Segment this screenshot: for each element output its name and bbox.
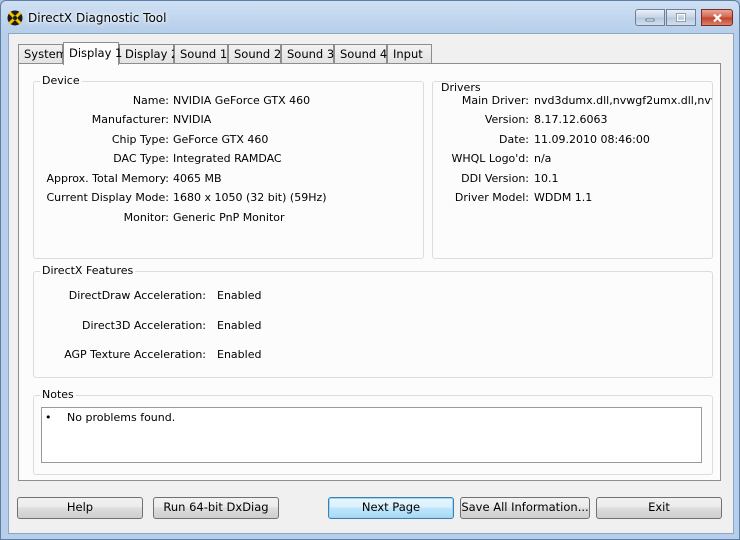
tab-sound-2[interactable]: Sound 2 <box>228 44 281 63</box>
driver-date-value: 11.09.2010 08:46:00 <box>534 133 650 146</box>
drivers-group: Drivers Main Driver: nvd3dumx.dll,nvwgf2… <box>432 81 713 259</box>
client-area: System Display 1 Display 2 Sound 1 Sound… <box>8 33 734 534</box>
feature-direct3d-row: Direct3D Acceleration: Enabled <box>34 319 713 333</box>
device-memory-label: Approx. Total Memory: <box>46 172 170 185</box>
tab-system[interactable]: System <box>18 44 67 63</box>
device-display-mode-row: Current Display Mode: 1680 x 1050 (32 bi… <box>34 191 424 205</box>
driver-whql-row: WHQL Logo'd: n/a <box>433 152 712 166</box>
device-manufacturer-value: NVIDIA <box>173 113 212 126</box>
device-name-label: Name: <box>132 94 169 107</box>
minimize-icon <box>645 18 655 21</box>
driver-ddi-value: 10.1 <box>534 172 559 185</box>
notes-textbox[interactable]: • No problems found. <box>41 407 702 463</box>
next-page-button[interactable]: Next Page <box>328 497 454 519</box>
device-monitor-label: Monitor: <box>123 211 169 224</box>
device-manufacturer-label: Manufacturer: <box>91 113 169 126</box>
feature-direct3d-value: Enabled <box>217 319 262 332</box>
tab-page-display-1: Device Name: NVIDIA GeForce GTX 460 Manu… <box>18 63 721 481</box>
feature-directdraw-label: DirectDraw Acceleration: <box>68 289 206 302</box>
feature-agp-row: AGP Texture Acceleration: Enabled <box>34 348 713 362</box>
feature-directdraw-value: Enabled <box>217 289 262 302</box>
maximize-button[interactable] <box>666 9 696 26</box>
directx-app-icon <box>7 10 23 26</box>
notes-item: No problems found. <box>67 411 176 424</box>
device-dac-type-label: DAC Type: <box>113 152 169 165</box>
device-dac-type-row: DAC Type: Integrated RAMDAC <box>34 152 424 166</box>
device-manufacturer-row: Manufacturer: NVIDIA <box>34 113 424 127</box>
driver-ddi-label: DDI Version: <box>461 172 529 185</box>
driver-main-row: Main Driver: nvd3dumx.dll,nvwgf2umx.dll,… <box>433 94 712 108</box>
exit-button[interactable]: Exit <box>596 497 722 519</box>
device-memory-value: 4065 MB <box>173 172 222 185</box>
device-chip-type-row: Chip Type: GeForce GTX 460 <box>34 133 424 147</box>
driver-date-row: Date: 11.09.2010 08:46:00 <box>433 133 712 147</box>
title-bar[interactable]: DirectX Diagnostic Tool <box>1 1 739 37</box>
driver-version-row: Version: 8.17.12.6063 <box>433 113 712 127</box>
notes-bullet-icon: • <box>45 411 52 424</box>
dxdiag-window: DirectX Diagnostic Tool System Display 1… <box>0 0 740 540</box>
driver-main-label: Main Driver: <box>461 94 529 107</box>
directx-features-group: DirectX Features DirectDraw Acceleration… <box>33 264 713 378</box>
feature-directdraw-row: DirectDraw Acceleration: Enabled <box>34 289 713 303</box>
notes-heading: Notes <box>40 388 76 401</box>
feature-agp-value: Enabled <box>217 348 262 361</box>
tab-sound-1[interactable]: Sound 1 <box>174 44 228 63</box>
driver-date-label: Date: <box>499 133 529 146</box>
device-monitor-row: Monitor: Generic PnP Monitor <box>34 211 424 225</box>
tab-sound-4[interactable]: Sound 4 <box>334 44 387 63</box>
close-button[interactable] <box>701 9 733 26</box>
driver-ddi-row: DDI Version: 10.1 <box>433 172 712 186</box>
features-heading: DirectX Features <box>40 264 136 277</box>
help-button[interactable]: Help <box>17 497 143 519</box>
device-memory-row: Approx. Total Memory: 4065 MB <box>34 172 424 186</box>
feature-agp-label: AGP Texture Acceleration: <box>64 348 206 361</box>
drivers-heading: Drivers <box>439 81 483 94</box>
device-monitor-value: Generic PnP Monitor <box>173 211 285 224</box>
driver-whql-label: WHQL Logo'd: <box>451 152 529 165</box>
tab-sound-3[interactable]: Sound 3 <box>281 44 334 63</box>
device-chip-type-value: GeForce GTX 460 <box>173 133 269 146</box>
driver-version-label: Version: <box>484 113 529 126</box>
device-display-mode-label: Current Display Mode: <box>46 191 169 204</box>
device-group: Device Name: NVIDIA GeForce GTX 460 Manu… <box>33 74 424 259</box>
device-heading: Device <box>40 74 82 87</box>
driver-model-label: Driver Model: <box>454 191 529 204</box>
driver-whql-value: n/a <box>534 152 552 165</box>
close-icon <box>712 13 722 22</box>
tab-display-2[interactable]: Display 2 <box>119 44 178 63</box>
run-64bit-dxdiag-button[interactable]: Run 64-bit DxDiag <box>153 497 279 519</box>
window-title: DirectX Diagnostic Tool <box>28 11 167 25</box>
feature-direct3d-label: Direct3D Acceleration: <box>82 319 206 332</box>
maximize-icon <box>676 13 686 22</box>
tab-input[interactable]: Input <box>387 44 432 63</box>
minimize-button[interactable] <box>635 9 665 26</box>
device-dac-type-value: Integrated RAMDAC <box>173 152 282 165</box>
notes-group: Notes • No problems found. <box>33 388 713 475</box>
save-all-information-button[interactable]: Save All Information... <box>460 497 590 519</box>
device-display-mode-value: 1680 x 1050 (32 bit) (59Hz) <box>173 191 327 204</box>
driver-model-value: WDDM 1.1 <box>534 191 593 204</box>
driver-model-row: Driver Model: WDDM 1.1 <box>433 191 712 205</box>
driver-version-value: 8.17.12.6063 <box>534 113 608 126</box>
tab-display-1[interactable]: Display 1 <box>63 42 122 65</box>
driver-main-value: nvd3dumx.dll,nvwgf2umx.dll,nvwgf2 <box>534 94 712 107</box>
device-chip-type-label: Chip Type: <box>111 133 169 146</box>
device-name-row: Name: NVIDIA GeForce GTX 460 <box>34 94 424 108</box>
device-name-value: NVIDIA GeForce GTX 460 <box>173 94 311 107</box>
